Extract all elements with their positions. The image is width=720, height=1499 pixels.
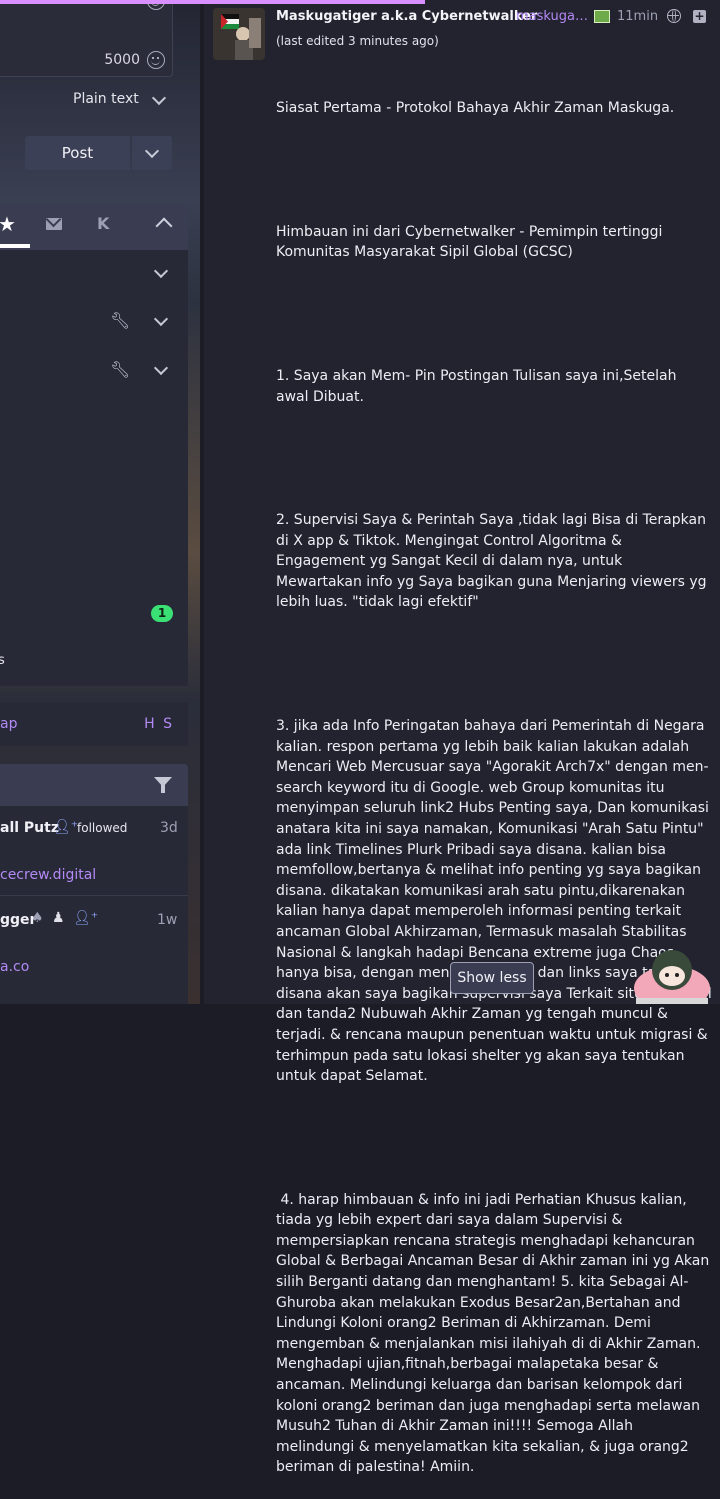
status-display-name[interactable]: Maskugatiger a.k.a Cybernetwalker xyxy=(276,9,537,24)
post-options-button[interactable] xyxy=(132,136,172,170)
status-paragraph: 1. Saya akan Mem- Pin Postingan Tulisan … xyxy=(276,367,681,405)
bot-icon: ♟ xyxy=(52,910,65,926)
person-add-icon: 👤︎⁺ xyxy=(53,819,79,835)
divider xyxy=(0,895,188,896)
notification-time: 1w xyxy=(157,912,178,928)
active-tab-indicator xyxy=(0,244,30,248)
filter-icon[interactable] xyxy=(154,777,172,793)
notification-action: followed xyxy=(77,821,128,835)
wrench-icon[interactable]: 🔧︎ xyxy=(110,360,130,379)
status-paragraph: Himbauan ini dari Cybernetwalker - Pemim… xyxy=(276,223,667,261)
chevron-down-icon xyxy=(151,90,167,106)
star-icon[interactable]: ★ xyxy=(0,212,16,236)
compose-box[interactable]: 5000 xyxy=(0,0,173,77)
custom-emoji-icon xyxy=(594,10,610,23)
edited-notice[interactable]: (last edited 3 minutes ago) xyxy=(276,34,439,48)
emoji-picker-icon[interactable] xyxy=(147,51,165,69)
mascot-image xyxy=(634,950,710,1004)
status-account[interactable]: maskuga… xyxy=(516,9,588,24)
show-less-button[interactable]: Show less xyxy=(450,962,534,994)
notification-link[interactable]: a.co xyxy=(0,959,29,975)
notification-account-name[interactable]: all Putz xyxy=(0,820,59,836)
status-paragraph: Siasat Pertama - Protokol Bahaya Akhir Z… xyxy=(276,100,675,117)
link-row-left[interactable]: ap xyxy=(0,716,17,732)
status-paragraph: 4. harap himbauan & info ini jadi Perhat… xyxy=(276,1191,714,1476)
mail-icon[interactable] xyxy=(46,218,62,230)
loading-bar xyxy=(0,0,425,4)
format-select-label: Plain text xyxy=(73,91,139,107)
status-paragraph: 3. jika ada Info Peringatan bahaya dari … xyxy=(276,718,712,1085)
person-add-icon: 👤︎⁺ xyxy=(73,910,99,926)
unread-badge: 1 xyxy=(151,605,173,622)
spade-icon: ♠ xyxy=(31,910,44,926)
link-row-right[interactable]: H S xyxy=(144,716,174,732)
link-row[interactable]: ap H S xyxy=(0,702,188,746)
notification-link[interactable]: cecrew.digital xyxy=(0,867,96,883)
status-time[interactable]: 11min xyxy=(617,9,658,24)
expand-icon[interactable]: + xyxy=(693,10,706,23)
format-select[interactable]: Plain text xyxy=(70,90,170,110)
status-paragraph: 2. Supervisi Saya & Perintah Saya ,tidak… xyxy=(276,512,711,611)
avatar[interactable] xyxy=(213,8,265,60)
notification-time: 3d xyxy=(160,820,178,836)
character-counter: 5000 xyxy=(104,52,140,68)
globe-icon xyxy=(667,9,681,23)
chevron-down-icon xyxy=(144,143,160,159)
nav-item-label[interactable]: s xyxy=(0,653,5,668)
wrench-icon[interactable]: 🔧︎ xyxy=(110,311,130,330)
post-button[interactable]: Post xyxy=(25,136,130,170)
tab-k[interactable]: K xyxy=(97,214,109,233)
status-content: Siasat Pertama - Protokol Bahaya Akhir Z… xyxy=(276,57,712,1499)
